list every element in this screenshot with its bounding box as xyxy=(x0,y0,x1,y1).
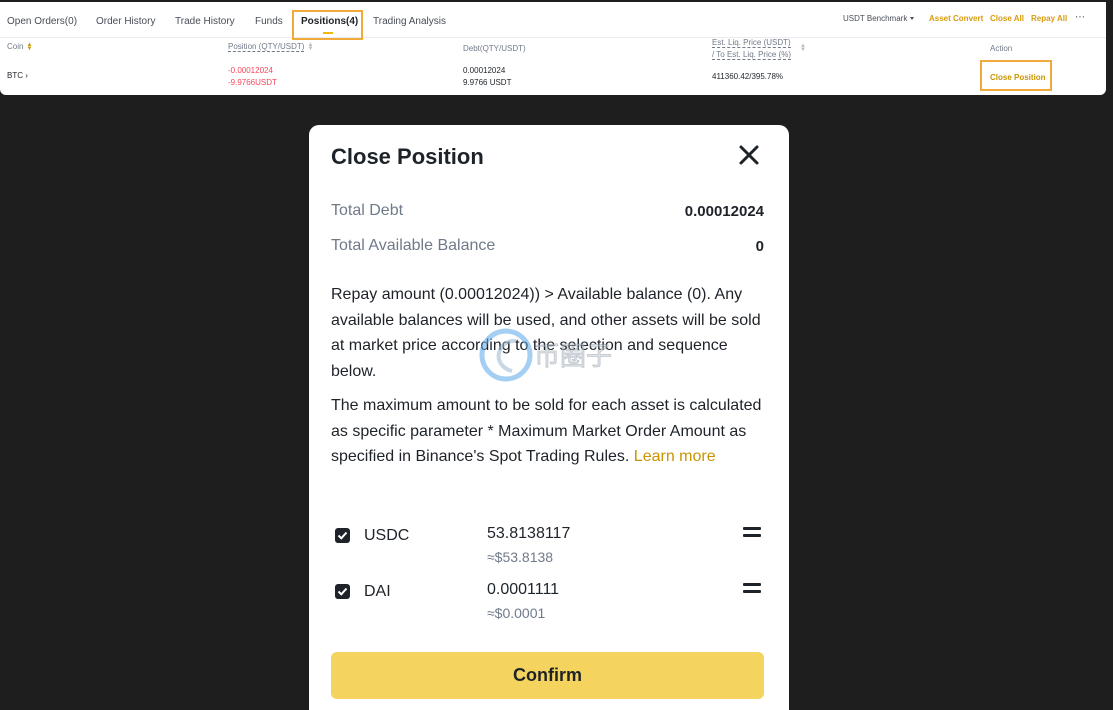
available-balance-label: Total Available Balance xyxy=(331,237,496,254)
tab-order-history[interactable]: Order History xyxy=(96,16,155,27)
total-debt-label: Total Debt xyxy=(331,202,404,219)
active-tab-indicator xyxy=(323,32,333,34)
asset-checkbox-dai[interactable] xyxy=(335,584,350,599)
asset-row-dai: DAI 0.0001111 ≈$0.0001 xyxy=(331,579,766,631)
asset-usd-value: ≈$53.8138 xyxy=(487,549,554,565)
asset-amount: 0.0001111 xyxy=(487,581,560,598)
learn-more-link[interactable]: Learn more xyxy=(634,448,716,465)
liq-header-line1: Est. Liq. Price (USDT) xyxy=(712,38,791,48)
column-header-liq-price[interactable]: Est. Liq. Price (USDT) / To Est. Liq. Pri… xyxy=(712,37,791,61)
column-header-coin-label: Coin xyxy=(7,42,24,51)
tab-trade-history[interactable]: Trade History xyxy=(175,16,235,27)
position-qty: -0.00012024 xyxy=(228,66,273,75)
tab-open-orders[interactable]: Open Orders(0) xyxy=(7,16,77,27)
benchmark-dropdown[interactable]: USDT Benchmark xyxy=(843,14,915,23)
repay-all-link[interactable]: Repay All xyxy=(1031,14,1067,23)
column-header-position-label: Position (QTY/USDT) xyxy=(228,42,305,52)
confirm-button[interactable]: Confirm xyxy=(331,652,764,699)
asset-amount: 53.8138117 xyxy=(487,525,571,542)
close-position-button[interactable]: Close Position xyxy=(990,73,1046,82)
coin-cell[interactable]: BTC › xyxy=(7,71,28,80)
liq-price-value: 411360.42/395.78% xyxy=(712,72,784,81)
debt-qty: 0.00012024 xyxy=(463,66,506,75)
tab-funds[interactable]: Funds xyxy=(255,16,283,27)
asset-convert-link[interactable]: Asset Convert xyxy=(929,14,983,23)
column-header-position[interactable]: Position (QTY/USDT) ▲ ▼ xyxy=(228,41,314,52)
asset-usd-value: ≈$0.0001 xyxy=(487,605,546,621)
column-header-action: Action xyxy=(990,44,1013,53)
positions-tab-highlight-box xyxy=(292,10,363,40)
asset-name: DAI xyxy=(364,583,391,600)
benchmark-label: USDT Benchmark xyxy=(843,14,908,23)
column-header-debt: Debt(QTY/USDT) xyxy=(463,44,526,53)
chevron-down-icon xyxy=(910,17,915,21)
sort-icon: ▲ ▼ xyxy=(26,41,33,52)
asset-row-usdc: USDC 53.8138117 ≈$53.8138 xyxy=(331,523,766,575)
max-sell-notice: The maximum amount to be sold for each a… xyxy=(331,393,771,470)
more-icon[interactable]: ⋯ xyxy=(1075,12,1086,23)
modal-title: Close Position xyxy=(331,144,484,169)
position-usdt: -9.9766USDT xyxy=(228,78,277,87)
available-balance-value: 0 xyxy=(755,238,764,255)
chevron-right-icon: › xyxy=(25,71,28,80)
close-icon[interactable] xyxy=(737,143,761,167)
tab-trading-analysis[interactable]: Trading Analysis xyxy=(373,16,446,27)
asset-name: USDC xyxy=(364,527,410,544)
tab-bar: Open Orders(0) Order History Trade Histo… xyxy=(0,2,1106,40)
checkmark-icon xyxy=(337,587,348,596)
close-all-link[interactable]: Close All xyxy=(990,14,1024,23)
repay-notice-text: Repay amount (0.00012024)) > Available b… xyxy=(331,286,761,380)
drag-handle-icon[interactable] xyxy=(743,527,761,539)
close-position-modal: Close Position Total Debt 0.00012024 Tot… xyxy=(309,125,789,710)
drag-handle-icon[interactable] xyxy=(743,583,761,595)
total-debt-value: 0.00012024 xyxy=(684,203,764,220)
liq-header-line2: / To Est. Liq. Price (%) xyxy=(712,50,791,60)
positions-panel: Open Orders(0) Order History Trade Histo… xyxy=(0,2,1106,95)
column-header-coin[interactable]: Coin ▲ ▼ xyxy=(7,41,33,52)
checkmark-icon xyxy=(337,531,348,540)
sort-icon: ▲ ▼ xyxy=(307,41,314,52)
sort-icon[interactable]: ▲ ▼ xyxy=(800,43,806,53)
debt-usdt: 9.9766 USDT xyxy=(463,78,512,87)
coin-label: BTC xyxy=(7,71,23,80)
asset-checkbox-usdc[interactable] xyxy=(335,528,350,543)
